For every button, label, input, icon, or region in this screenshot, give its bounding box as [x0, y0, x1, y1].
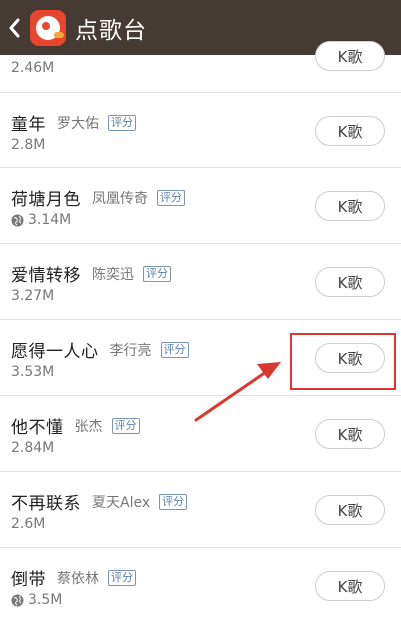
arrow-icon	[194, 362, 281, 422]
